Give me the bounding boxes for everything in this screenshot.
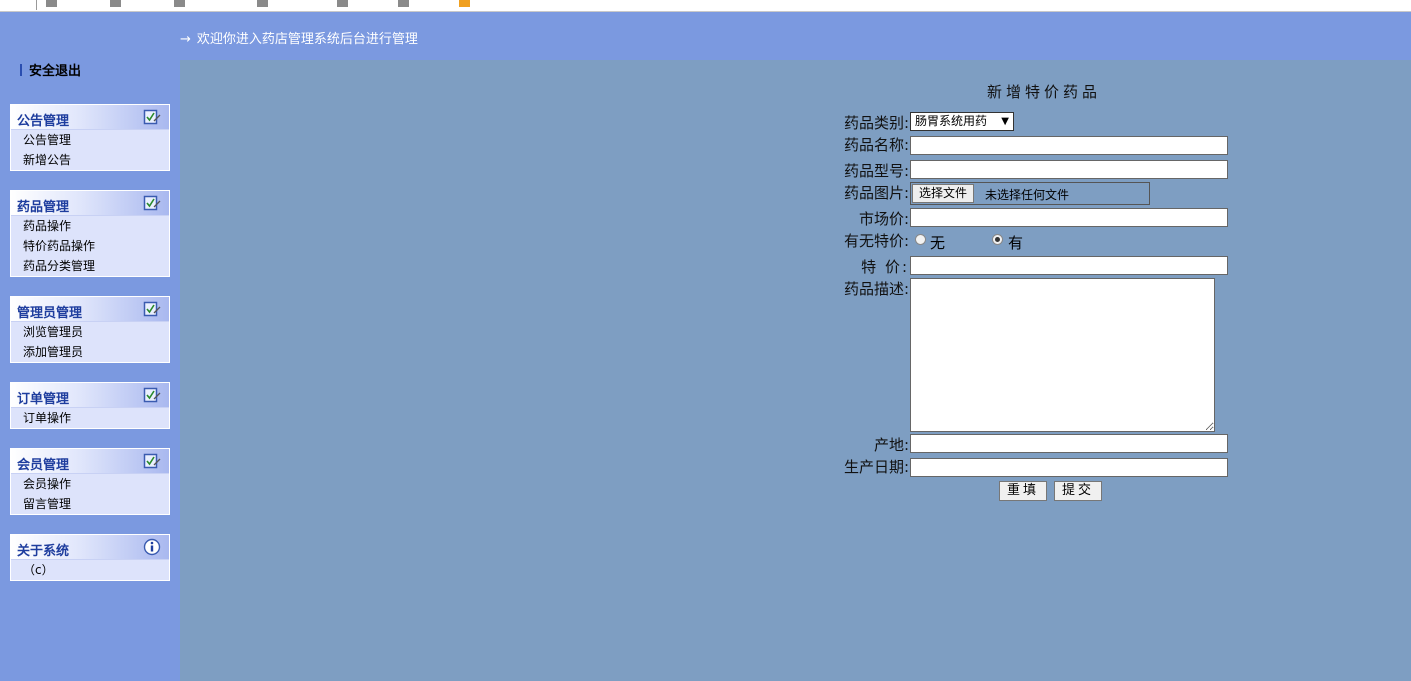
panel-title: 管理员管理 (17, 306, 83, 321)
market-price-label: 市场价: (858, 210, 909, 228)
info-icon (143, 538, 161, 556)
description-textarea[interactable] (910, 278, 1215, 432)
sidebar-panel-about: 关于系统 （c） (10, 534, 170, 581)
model-label: 药品型号: (843, 162, 909, 180)
description-label: 药品描述: (843, 280, 909, 298)
panel-header: 会员管理 (11, 449, 169, 474)
panel-header: 公告管理 (11, 105, 169, 130)
bookmark-item[interactable] (398, 0, 414, 8)
panel-title: 会员管理 (17, 458, 70, 473)
folder-icon (110, 0, 121, 7)
sidebar-panel-admins: 管理员管理 浏览管理员 添加管理员 (10, 296, 170, 363)
bookmark-bar (0, 0, 1411, 12)
bookmark-item[interactable] (174, 0, 190, 8)
production-date-input[interactable] (910, 458, 1228, 477)
special-yes-label: 有 (1008, 234, 1024, 252)
panel-title: 关于系统 (17, 544, 70, 559)
bookmark-favicon-icon (459, 0, 470, 7)
origin-label: 产地: (873, 436, 909, 454)
bookmark-item[interactable] (110, 0, 126, 8)
special-price-label: 特 价: (861, 258, 909, 276)
sidebar-item-special-medicine-ops[interactable]: 特价药品操作 (11, 236, 169, 256)
submit-button[interactable]: 提交 (1054, 481, 1103, 501)
sidebar-item-copyright: （c） (23, 563, 54, 577)
sidebar-panel-announcements: 公告管理 公告管理 新增公告 (10, 104, 170, 171)
panel-title: 公告管理 (17, 114, 70, 129)
bookmark-separator (36, 0, 37, 10)
origin-input[interactable] (910, 434, 1228, 453)
form-title: 新增特价药品 (987, 83, 1102, 101)
panel-title: 订单管理 (17, 392, 70, 407)
sidebar-item-medicine-ops[interactable]: 药品操作 (11, 216, 169, 236)
panel-header: 订单管理 (11, 383, 169, 408)
bookmark-item[interactable] (46, 0, 62, 8)
bookmark-item[interactable] (257, 0, 273, 8)
sidebar-item-announcement-manage[interactable]: 公告管理 (11, 130, 169, 150)
folder-icon (46, 0, 57, 7)
panel-header: 管理员管理 (11, 297, 169, 322)
reset-button[interactable]: 重填 (999, 481, 1048, 501)
market-price-input[interactable] (910, 208, 1228, 227)
edit-check-icon (143, 109, 161, 125)
sidebar-item-medicine-category[interactable]: 药品分类管理 (11, 256, 169, 276)
panel-header: 药品管理 (11, 191, 169, 216)
file-status-text: 未选择任何文件 (985, 188, 1070, 202)
sidebar-item-order-ops[interactable]: 订单操作 (11, 408, 169, 428)
edit-check-icon (143, 195, 161, 211)
folder-icon (337, 0, 348, 7)
sidebar-item-messages[interactable]: 留言管理 (11, 494, 169, 514)
edit-check-icon (143, 387, 161, 403)
category-select[interactable]: 肠胃系统用药 ▼ (910, 112, 1014, 131)
sidebar-item-announcement-add[interactable]: 新增公告 (11, 150, 169, 170)
sidebar-panel-orders: 订单管理 订单操作 (10, 382, 170, 429)
panel-header: 关于系统 (11, 535, 169, 560)
name-input[interactable] (910, 136, 1228, 155)
image-file-input: 选择文件 未选择任何文件 (910, 182, 1150, 205)
special-price-input[interactable] (910, 256, 1228, 275)
bookmark-item[interactable] (459, 0, 475, 8)
dropdown-arrow-icon: ▼ (1001, 116, 1009, 127)
choose-file-button[interactable]: 选择文件 (912, 184, 975, 203)
welcome-text: 欢迎你进入药店管理系统后台进行管理 (196, 32, 418, 47)
category-selected-value: 肠胃系统用药 (915, 114, 988, 128)
sidebar-item-add-admin[interactable]: 添加管理员 (11, 342, 169, 362)
folder-icon (398, 0, 409, 7)
logout-label: 安全退出 (29, 64, 82, 79)
model-input[interactable] (910, 160, 1228, 179)
special-no-radio[interactable] (915, 234, 926, 245)
image-label: 药品图片: (843, 184, 909, 202)
sidebar-panel-members: 会员管理 会员操作 留言管理 (10, 448, 170, 515)
special-yes-radio[interactable] (992, 234, 1003, 245)
name-label: 药品名称: (843, 136, 909, 154)
folder-icon (257, 0, 268, 7)
sidebar-panel-medicines: 药品管理 药品操作 特价药品操作 药品分类管理 (10, 190, 170, 277)
category-label: 药品类别: (843, 114, 909, 132)
production-date-label: 生产日期: (843, 458, 909, 476)
special-label: 有无特价: (843, 232, 909, 250)
sidebar-item-member-ops[interactable]: 会员操作 (11, 474, 169, 494)
welcome-message: → 欢迎你进入药店管理系统后台进行管理 (180, 28, 418, 47)
folder-icon (174, 0, 185, 7)
main-content: 新增特价药品 药品类别: 肠胃系统用药 ▼ 药品名称: 药品型号: 药品图片: … (180, 60, 1411, 681)
logout-marker (20, 64, 22, 76)
sidebar-item-browse-admins[interactable]: 浏览管理员 (11, 322, 169, 342)
special-no-label: 无 (930, 234, 946, 252)
edit-check-icon (143, 301, 161, 317)
edit-check-icon (143, 453, 161, 469)
arrow-right-icon: → (180, 32, 191, 47)
panel-title: 药品管理 (17, 200, 70, 215)
bookmark-item[interactable] (337, 0, 353, 8)
logout-link[interactable]: 安全退出 (20, 60, 81, 79)
